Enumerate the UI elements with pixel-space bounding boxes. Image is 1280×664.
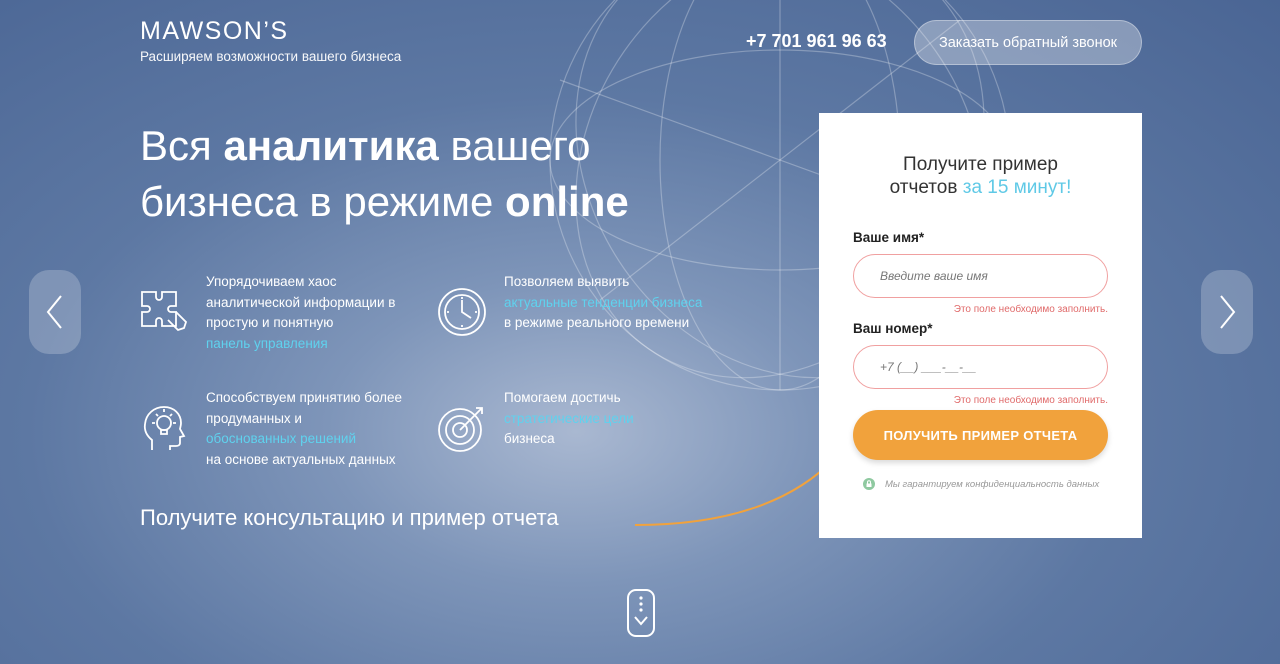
phone-error: Это поле необходимо заполнить. bbox=[953, 395, 1108, 406]
feature-1-highlight: панель управления bbox=[206, 335, 328, 351]
chevron-left-icon bbox=[46, 295, 62, 329]
chevron-right-icon bbox=[1220, 295, 1236, 329]
privacy-note: Мы гарантируем конфиденциальность данных bbox=[863, 478, 1099, 490]
form-title-line-1: Получите пример bbox=[903, 154, 1058, 175]
feature-1-line-3: простую и понятную bbox=[206, 315, 334, 330]
curved-arrow bbox=[634, 454, 838, 526]
hero-line1-a: Вся bbox=[140, 122, 224, 169]
feature-item: Позволяем выявить актуальные тенденции б… bbox=[436, 272, 736, 338]
feature-item: Упорядочиваем хаос аналитической информа… bbox=[138, 272, 418, 354]
target-icon bbox=[438, 407, 483, 452]
scroll-down-icon[interactable] bbox=[626, 588, 656, 638]
head-lightbulb-icon bbox=[143, 406, 186, 450]
name-input[interactable] bbox=[853, 254, 1108, 298]
puzzle-icon bbox=[141, 291, 188, 332]
submit-button[interactable]: ПОЛУЧИТЬ ПРИМЕР ОТЧЕТА bbox=[853, 410, 1108, 460]
form-title-line-2: отчетов bbox=[889, 177, 963, 198]
feature-1-line-2: аналитической информации в bbox=[206, 294, 396, 310]
feature-4-highlight: стратегические цели bbox=[504, 410, 634, 426]
feature-item: Помогаем достичь стратегические цели биз… bbox=[436, 388, 736, 454]
privacy-text: Мы гарантируем конфиденциальность данных bbox=[885, 478, 1100, 490]
feature-2-line-1: Позволяем выявить bbox=[504, 274, 630, 289]
hero-headline: Вся аналитика вашего бизнеса в режиме on… bbox=[140, 118, 629, 230]
slider-next-button[interactable] bbox=[1201, 270, 1253, 354]
callback-button[interactable]: Заказать обратный звонок bbox=[914, 20, 1142, 65]
feature-item: Способствуем принятию более продуманных … bbox=[138, 388, 428, 470]
hero-line1-c: вашего bbox=[438, 122, 591, 169]
header-phone[interactable]: +7 701 961 96 63 bbox=[746, 31, 887, 52]
feature-1-line-1: Упорядочиваем хаос bbox=[206, 274, 337, 289]
lead-form: Получите пример отчетов за 15 минут! Ваш… bbox=[819, 113, 1142, 538]
clock-icon bbox=[438, 288, 486, 336]
phone-input[interactable] bbox=[853, 345, 1108, 389]
feature-4-after: бизнеса bbox=[504, 431, 555, 446]
hero-line2-bold: online bbox=[505, 178, 629, 225]
phone-label: Ваш номер* bbox=[853, 321, 933, 336]
form-title: Получите пример отчетов за 15 минут! bbox=[819, 153, 1142, 199]
lock-icon bbox=[863, 478, 875, 490]
form-title-highlight: за 15 минут! bbox=[962, 177, 1072, 198]
feature-2-highlight: актуальные тенденции бизнеса bbox=[504, 294, 703, 310]
brand-tagline: Расширяем возможности вашего бизнеса bbox=[140, 49, 402, 64]
slider-prev-button[interactable] bbox=[29, 270, 81, 354]
name-label: Ваше имя* bbox=[853, 230, 925, 245]
brand-logo[interactable]: MAWSON’S bbox=[140, 17, 401, 45]
consult-text: Получите консультацию и пример отчета bbox=[140, 505, 559, 530]
hero-line1-bold: аналитика bbox=[223, 122, 439, 169]
brand[interactable]: MAWSON’S Расширяем возможности вашего би… bbox=[140, 17, 401, 64]
feature-3-highlight: обоснованных решений bbox=[206, 431, 356, 446]
feature-4-line-1: Помогаем достичь bbox=[504, 390, 621, 405]
feature-3-after: на основе актуальных данных bbox=[206, 451, 396, 467]
feature-3-line-1: Способствуем принятию более bbox=[206, 390, 403, 405]
feature-3-line-2: продуманных и bbox=[206, 410, 302, 426]
name-error: Это поле необходимо заполнить. bbox=[953, 304, 1108, 315]
feature-2-after: в режиме реального времени bbox=[504, 315, 690, 330]
hero-line2-a: бизнеса в режиме bbox=[140, 178, 506, 225]
